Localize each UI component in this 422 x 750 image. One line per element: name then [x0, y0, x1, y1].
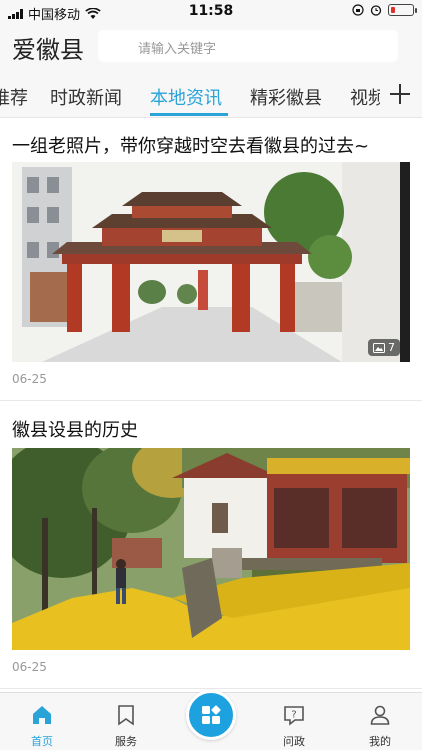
- article-date: 06-25: [12, 660, 47, 674]
- category-tabs: 推荐 时政新闻 本地资讯 精彩徽县 视频: [0, 70, 422, 118]
- tabbar-service-label: 服务: [115, 735, 137, 748]
- alarm-icon: [370, 5, 382, 16]
- article-image[interactable]: [12, 448, 410, 650]
- tabbar-inquiry[interactable]: ? 问政: [252, 693, 336, 750]
- add-channel-button[interactable]: [380, 70, 422, 117]
- svg-text:?: ?: [291, 710, 296, 721]
- article-date: 06-25: [12, 372, 47, 386]
- user-icon: [370, 705, 390, 725]
- tabbar-home[interactable]: 首页: [0, 693, 84, 750]
- question-icon: ?: [284, 706, 304, 726]
- article-divider: [0, 688, 422, 689]
- ginkgo-village-photo: [12, 448, 410, 650]
- battery-icon: [388, 4, 417, 16]
- old-archway-photo: [12, 162, 410, 362]
- article-divider: [0, 400, 422, 401]
- center-apps-button[interactable]: [186, 690, 236, 740]
- tabbar-mine[interactable]: 我的: [338, 693, 422, 750]
- app-title: 爱徽县: [12, 36, 84, 64]
- article-image[interactable]: 7: [12, 162, 410, 362]
- home-icon: [33, 706, 51, 724]
- tabbar-home-label: 首页: [31, 735, 53, 748]
- tabbar-service[interactable]: 服务: [84, 693, 168, 750]
- article-title[interactable]: 徽县设县的历史: [12, 416, 138, 442]
- tab-politics-news[interactable]: 时政新闻: [50, 84, 122, 110]
- article-card[interactable]: 徽县设县的历史 06-25: [0, 402, 422, 690]
- apps-icon: [202, 705, 221, 724]
- image-icon: [373, 342, 385, 353]
- photo-count: 7: [388, 341, 395, 354]
- photo-count-badge: 7: [368, 339, 400, 356]
- article-title[interactable]: 一组老照片，带你穿越时空去看徽县的过去~: [12, 132, 369, 158]
- bookmark-icon: [118, 705, 134, 726]
- tabbar-mine-label: 我的: [369, 735, 391, 748]
- tab-wonderful-huixian[interactable]: 精彩徽县: [250, 84, 322, 110]
- search-placeholder: 请输入关键字: [138, 42, 217, 57]
- status-right: [352, 4, 417, 16]
- app-header: 爱徽县 请输入关键字: [0, 24, 422, 70]
- tabbar-inquiry-label: 问政: [283, 735, 305, 748]
- search-input[interactable]: 请输入关键字: [98, 30, 398, 62]
- tab-recommend[interactable]: 推荐: [0, 84, 28, 110]
- tab-local-news[interactable]: 本地资讯: [150, 84, 222, 110]
- orientation-lock-icon: [352, 4, 364, 16]
- active-tab-indicator: [150, 113, 228, 116]
- status-bar: 中国移动 11:58: [0, 0, 422, 24]
- article-card[interactable]: 一组老照片，带你穿越时空去看徽县的过去~ 7 06-25: [0, 118, 422, 400]
